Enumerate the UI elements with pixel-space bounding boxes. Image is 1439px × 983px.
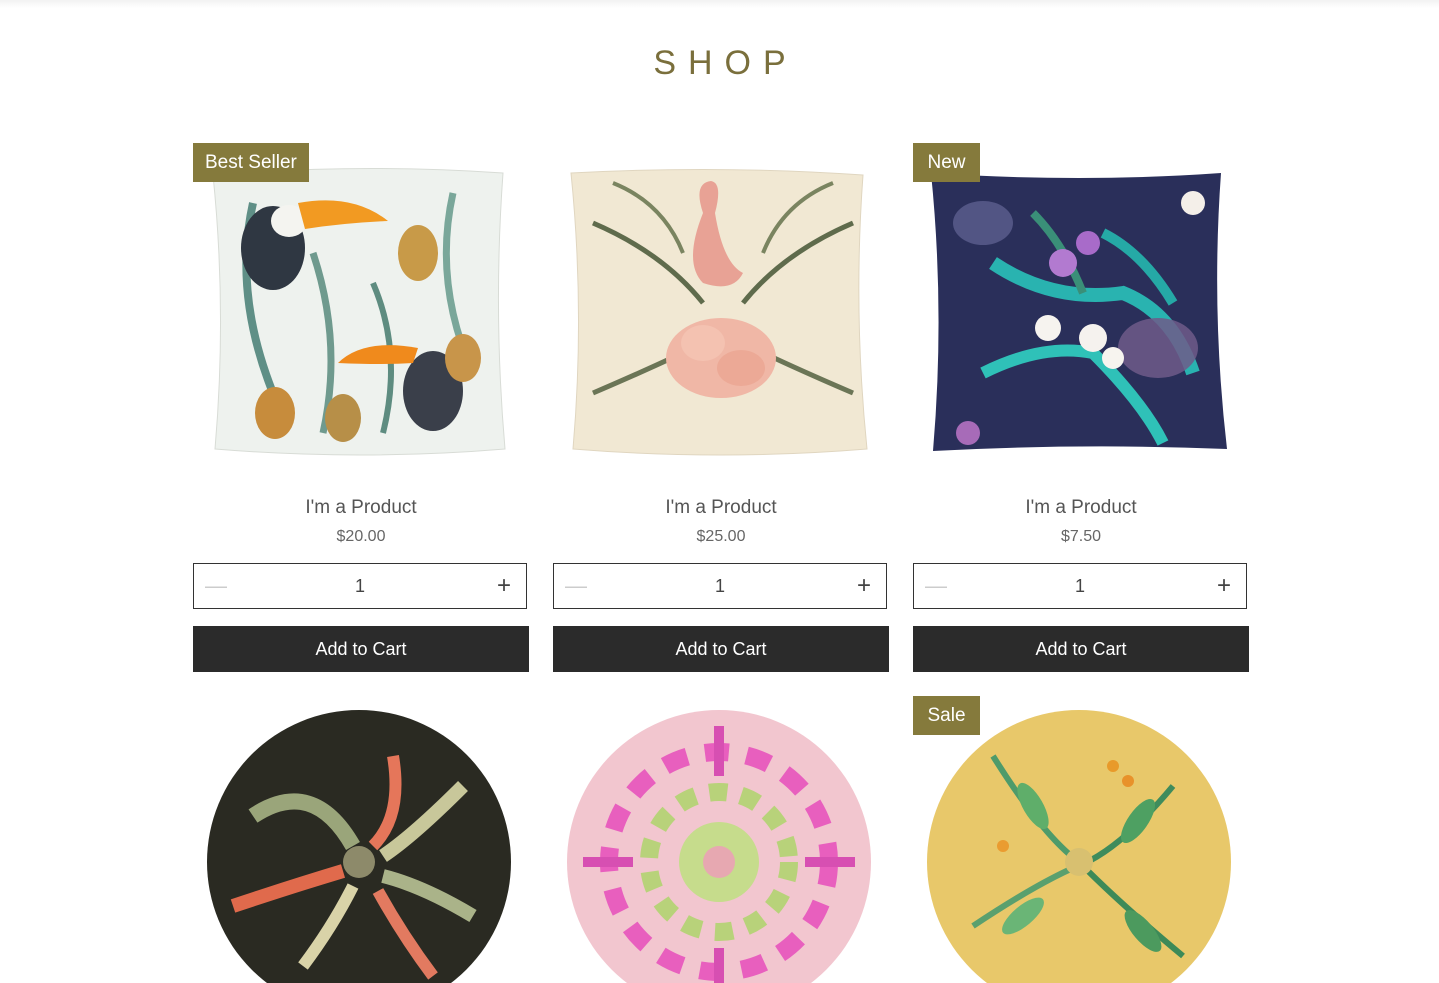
quantity-stepper[interactable]: — 1 + <box>913 563 1247 609</box>
product-image-toucan[interactable] <box>193 143 529 479</box>
ribbon-badge: Best Seller <box>193 143 309 182</box>
increase-quantity-button[interactable]: + <box>492 564 516 608</box>
decrease-quantity-button[interactable]: — <box>564 564 588 608</box>
decrease-quantity-button[interactable]: — <box>924 564 948 608</box>
product-image-yellow-botanical[interactable] <box>913 696 1249 983</box>
product-name[interactable]: I'm a Product <box>193 497 529 519</box>
product-image-flamingo[interactable] <box>553 143 889 479</box>
quantity-value[interactable]: 1 <box>244 564 476 608</box>
top-strip <box>0 0 1439 8</box>
product-name[interactable]: I'm a Product <box>553 497 889 519</box>
ribbon-badge: New <box>913 143 980 182</box>
product-price: $20.00 <box>336 528 386 545</box>
ribbon-badge: Sale <box>913 696 980 735</box>
add-to-cart-button[interactable]: Add to Cart <box>553 626 889 672</box>
product-image-orchid[interactable] <box>913 143 1249 479</box>
decrease-quantity-button[interactable]: — <box>204 564 228 608</box>
product-price: $25.00 <box>696 528 746 545</box>
product-name[interactable]: I'm a Product <box>913 497 1249 519</box>
quantity-value[interactable]: 1 <box>604 564 836 608</box>
add-to-cart-button[interactable]: Add to Cart <box>913 626 1249 672</box>
increase-quantity-button[interactable]: + <box>1212 564 1236 608</box>
product-image-pink-ikat[interactable] <box>553 696 889 983</box>
quantity-stepper[interactable]: — 1 + <box>193 563 527 609</box>
increase-quantity-button[interactable]: + <box>852 564 876 608</box>
add-to-cart-button[interactable]: Add to Cart <box>193 626 529 672</box>
product-price: $7.50 <box>1060 528 1102 545</box>
quantity-stepper[interactable]: — 1 + <box>553 563 887 609</box>
quantity-value[interactable]: 1 <box>964 564 1196 608</box>
page-title: SHOP <box>653 44 798 82</box>
product-image-bird-of-paradise[interactable] <box>193 696 529 983</box>
